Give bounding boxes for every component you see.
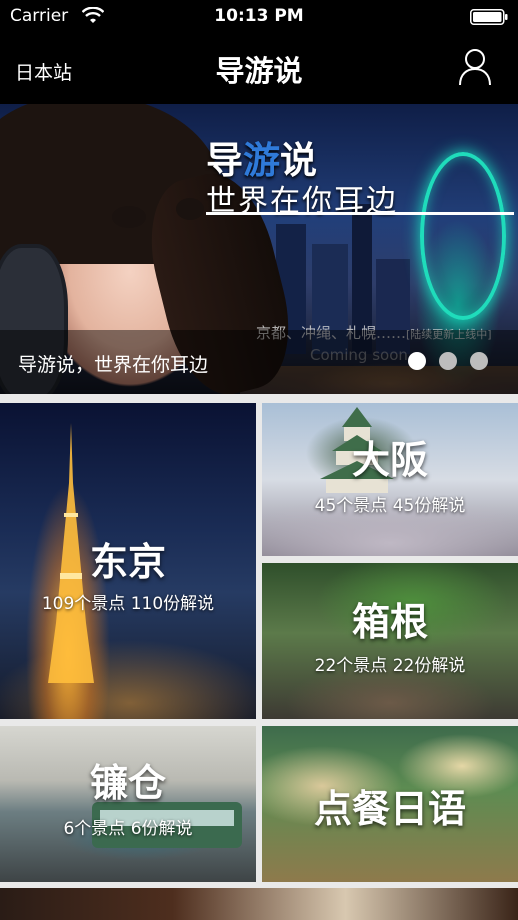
ferris-wheel [420,152,506,320]
destination-meta: 109个景点 110份解说 [41,594,215,614]
banner-divider [206,212,514,215]
destination-name: 点餐日语 [313,787,466,831]
page-dot[interactable] [470,352,488,370]
destination-tile-food-japanese[interactable]: 点餐日语 [262,726,518,882]
destination-name: 东京 [89,540,166,584]
destination-name: 大阪 [351,438,428,482]
page-indicator[interactable] [395,352,488,370]
girl-eye [112,206,146,228]
page-dot[interactable] [408,352,426,370]
next-tile-preview[interactable] [0,888,518,920]
user-icon[interactable] [458,48,492,86]
destination-tile-hakone[interactable]: 箱根 22个景点 22份解说 [262,563,518,719]
battery-icon [470,9,508,25]
destination-meta: 45个景点 45份解说 [314,496,466,516]
destination-tile-osaka[interactable]: 大阪 45个景点 45份解说 [262,403,518,556]
page-title: 导游说 [215,54,303,88]
destination-tile-tokyo[interactable]: 东京 109个景点 110份解说 [0,403,256,719]
banner-carousel[interactable]: 导游说 世界在你耳边 京都、冲绳、札幌……[陆续更新上线中] Coming so… [0,104,518,394]
clock: 10:13 PM [214,6,304,26]
destination-name: 镰仓 [89,761,166,805]
status-bar: Carrier 10:13 PM [0,0,518,34]
nav-bar: 日本站 导游说 [0,34,518,104]
girl-eye [176,198,204,220]
destination-name: 箱根 [351,600,428,644]
banner-caption: 导游说，世界在你耳边 [18,354,209,376]
destination-meta: 22个景点 22份解说 [314,656,466,676]
destination-tile-kamakura[interactable]: 镰仓 6个景点 6份解说 [0,726,256,882]
destination-meta: 6个景点 6份解说 [63,819,193,839]
page-dot[interactable] [439,352,457,370]
